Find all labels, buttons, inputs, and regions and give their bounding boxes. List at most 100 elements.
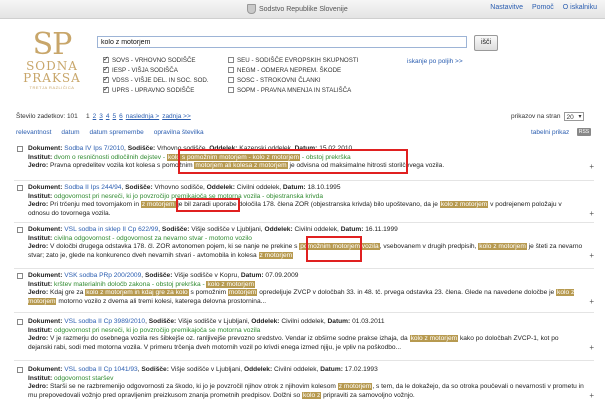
divider xyxy=(14,312,594,313)
document-link[interactable]: VSK sodba PRp 200/2009 xyxy=(64,272,141,279)
search-button[interactable]: išči xyxy=(474,35,498,51)
result-item: Dokument: VSL sodba in sklep II Cp 622/9… xyxy=(14,226,594,260)
result-checkbox[interactable] xyxy=(17,367,23,373)
rss-icon[interactable]: RSS xyxy=(577,128,591,136)
label-institute: Institut: xyxy=(28,153,53,161)
label-institute: Institut: xyxy=(28,326,53,334)
checkbox[interactable] xyxy=(103,75,109,83)
core-text: motorno vozilo z dvema ali tremi kolesi,… xyxy=(56,297,267,305)
court-filters: SOVS - VRHOVNO SODIŠČE SEU - SODIŠČE EVR… xyxy=(103,55,368,94)
search-highlight: motorjem xyxy=(227,289,258,296)
document-link[interactable]: VSL sodba in sklep II Cp 622/99 xyxy=(64,226,158,233)
settings-link[interactable]: Nastavitve xyxy=(490,4,523,11)
divider xyxy=(14,222,594,223)
label-dept: Oddelek: xyxy=(206,184,235,191)
label-document: Dokument: xyxy=(28,366,63,373)
expand-icon[interactable]: + xyxy=(589,343,594,353)
search-input[interactable] xyxy=(97,36,467,48)
label-dept: Oddelek: xyxy=(251,318,280,325)
core-text: opredeljuje ZVCP v določbah 33. in 48. t… xyxy=(257,289,557,296)
advanced-search-link[interactable]: iskanje po poljih >> xyxy=(407,58,463,65)
court-filter-uprs[interactable]: UPRS - UPRAVNO SODIŠČE xyxy=(103,85,228,94)
institute-value[interactable]: civilna odgovornost - odgovornost za nev… xyxy=(54,235,252,242)
court-value: Višje sodišče v Kopru xyxy=(174,272,238,279)
expand-icon[interactable]: + xyxy=(589,297,594,307)
result-checkbox[interactable] xyxy=(17,319,23,325)
result-item: Dokument: Sodba II Ips 244/94, Sodišče: … xyxy=(14,184,594,218)
sort-case-number[interactable]: opravilna številka xyxy=(154,129,204,136)
result-checkbox[interactable] xyxy=(17,227,23,233)
court-filter-negm[interactable]: NEGM - ODMERA NEPREM. ŠKODE xyxy=(228,66,368,74)
label-document: Dokument: xyxy=(28,272,63,279)
sort-relevance[interactable]: relevantnost xyxy=(16,129,51,136)
checkbox[interactable] xyxy=(103,65,109,73)
sort-bar: relevantnost datum datum spremembe oprav… xyxy=(16,129,204,136)
institute-value[interactable]: dvom o resničnosti odločilnih dejstev - xyxy=(54,154,167,161)
expand-icon[interactable]: + xyxy=(589,391,594,401)
date-value: 17.02.1993 xyxy=(344,366,378,373)
logo[interactable]: SP SODNA PRAKSA TRETJA RAZLIČICA xyxy=(22,30,82,91)
checkbox[interactable] xyxy=(228,87,234,93)
table-view-link[interactable]: tabelni prikaz xyxy=(531,129,569,136)
checkbox[interactable] xyxy=(228,57,234,63)
search-highlight: kolo z xyxy=(302,391,322,399)
court-filter-sovs[interactable]: SOVS - VRHOVNO SODIŠČE xyxy=(103,55,228,64)
document-link[interactable]: Sodba IV Ips 7/2010 xyxy=(64,145,124,152)
court-filter-seu[interactable]: SEU - SODIŠČE EVROPSKIH SKUPNOSTI xyxy=(228,56,368,64)
court-label: SOPM - PRAVNA MNENJA IN STALIŠČA xyxy=(237,86,352,94)
top-bar: Sodstvo Republike Slovenije Nastavitve P… xyxy=(0,0,605,19)
court-filter-sosc[interactable]: SOSC - STROKOVNI ČLANKI xyxy=(228,76,368,84)
label-core: Jedro: xyxy=(28,383,49,390)
search-highlight: z motorjem xyxy=(258,251,294,259)
label-document: Dokument: xyxy=(28,184,63,191)
dept-value: Civilni oddelek xyxy=(294,226,338,233)
expand-icon[interactable]: + xyxy=(589,251,594,261)
page-3[interactable]: 3 xyxy=(99,113,103,120)
sort-date[interactable]: datum xyxy=(61,129,79,136)
institute-value[interactable]: krštev materialnih določb zakona - obsto… xyxy=(54,281,206,288)
document-link[interactable]: VSL sodba II Cp 3989/2010 xyxy=(64,318,145,325)
expand-icon[interactable]: + xyxy=(589,209,594,219)
last-page-link[interactable]: zadnja >> xyxy=(162,113,191,120)
date-value: 18.10.1995 xyxy=(307,184,341,191)
per-page-select[interactable]: 20 xyxy=(563,112,584,122)
label-institute: Institut: xyxy=(28,280,53,288)
search-highlight: kolo z motorjem xyxy=(439,201,489,208)
date-value: 16.11.1999 xyxy=(365,226,398,233)
institute-value[interactable]: odgovornost pri nesreči, ki jo povzročij… xyxy=(54,327,260,334)
checkbox[interactable] xyxy=(103,55,109,63)
per-page: prikazov na stran 20 xyxy=(511,112,584,122)
next-page-link[interactable]: naslednja > xyxy=(126,113,159,120)
institute-value[interactable]: odgovornost staršev xyxy=(54,375,113,382)
divider xyxy=(14,360,594,361)
result-item: Dokument: VSK sodba PRp 200/2009, Sodišč… xyxy=(14,272,594,306)
page-1: 1 xyxy=(86,113,90,120)
page-4[interactable]: 4 xyxy=(106,113,110,120)
core-text: Kdaj gre za xyxy=(50,289,86,296)
per-page-label: prikazov na stran xyxy=(511,113,561,120)
court-filter-iesp[interactable]: IESP - VIŠJA SODIŠČA xyxy=(103,65,228,74)
result-checkbox[interactable] xyxy=(17,146,23,152)
page-2[interactable]: 2 xyxy=(93,113,97,120)
result-checkbox[interactable] xyxy=(17,185,23,191)
core-text: Pri trčenju med tovornjakom in xyxy=(50,201,141,208)
label-date: Datum: xyxy=(340,226,364,233)
court-filter-vdss[interactable]: VDSS - VIŠJE DEL. IN SOC. SOD. xyxy=(103,75,228,84)
document-link[interactable]: Sodba II Ips 244/94 xyxy=(64,184,121,191)
checkbox[interactable] xyxy=(228,77,234,83)
label-date: Datum: xyxy=(240,272,264,279)
document-link[interactable]: VSL sodba II Cp 1041/93 xyxy=(64,366,137,373)
date-value: 07.09.2009 xyxy=(265,272,299,279)
sort-date-modified[interactable]: datum spremembe xyxy=(90,129,144,136)
checkbox[interactable] xyxy=(103,85,109,93)
court-label: UPRS - UPRAVNO SODIŠČE xyxy=(112,86,195,94)
help-link[interactable]: Pomoč xyxy=(532,4,554,11)
about-link[interactable]: O iskalniku xyxy=(563,4,597,11)
page-5[interactable]: 5 xyxy=(113,113,117,120)
checkbox[interactable] xyxy=(228,67,234,73)
date-value: 01.03.2011 xyxy=(352,318,385,325)
result-checkbox[interactable] xyxy=(17,273,23,279)
court-filter-sopm[interactable]: SOPM - PRAVNA MNENJA IN STALIŠČA xyxy=(228,86,368,94)
expand-icon[interactable]: + xyxy=(589,162,594,172)
page-6[interactable]: 6 xyxy=(119,113,123,120)
